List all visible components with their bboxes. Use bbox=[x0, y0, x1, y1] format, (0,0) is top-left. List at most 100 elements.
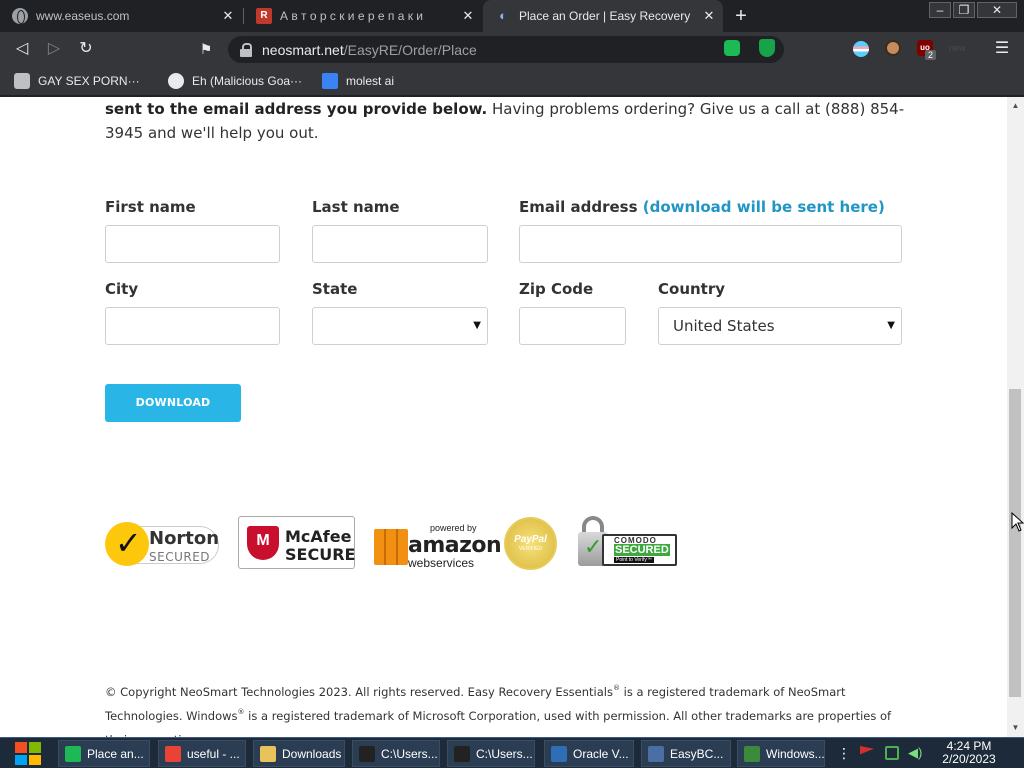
eye-icon: ◐ bbox=[499, 8, 507, 23]
aws-badge[interactable]: powered by amazon webservices bbox=[374, 523, 502, 570]
taskbar-item[interactable]: EasyBC... bbox=[641, 740, 731, 767]
windows-logo-icon bbox=[15, 754, 27, 765]
tray-overflow-icon[interactable]: ⋮ bbox=[837, 744, 851, 762]
state-select[interactable]: ▼ bbox=[312, 307, 488, 345]
address-bar[interactable]: neosmart.net/EasyRE/Order/Place bbox=[228, 36, 784, 63]
checkmark-icon: ✓ bbox=[115, 525, 142, 561]
tab-repacks[interactable]: R А в т о р с к и е р е п а к и ✕ bbox=[244, 0, 482, 32]
maximize-button[interactable]: ❐ bbox=[953, 2, 975, 18]
url-host: neosmart.net bbox=[262, 41, 344, 58]
secured-text: SECURED bbox=[614, 544, 670, 556]
scroll-down-arrow-icon[interactable]: ▼ bbox=[1007, 722, 1024, 734]
amazon-text: amazon bbox=[408, 533, 502, 558]
country-selected-value: United States bbox=[673, 317, 775, 335]
shield-extension-icon[interactable] bbox=[759, 39, 775, 57]
back-button[interactable]: ◁ bbox=[11, 38, 33, 60]
taskbar-item[interactable]: Place an... bbox=[58, 740, 150, 767]
windows-taskbar: Place an... useful - ... Downloads C:\Users… bbox=[0, 737, 1024, 768]
avatar-extension-icon[interactable] bbox=[885, 40, 901, 56]
flag-extension-icon[interactable] bbox=[853, 41, 869, 57]
tab-title: А в т о р с к и е р е п а к и bbox=[280, 9, 423, 23]
close-icon[interactable]: ✕ bbox=[460, 8, 476, 24]
tab-place-order[interactable]: ◐ Place an Order | Easy Recovery ✕ bbox=[483, 0, 723, 32]
close-icon[interactable]: ✕ bbox=[701, 8, 717, 24]
bookmark-icon[interactable]: ⚑ bbox=[195, 38, 217, 60]
volume-icon[interactable]: ◀) bbox=[908, 746, 922, 760]
start-button[interactable] bbox=[8, 739, 48, 768]
bookmark-item[interactable]: GAY SEX PORN··· bbox=[14, 73, 140, 89]
paypal-verified-badge[interactable]: PayPal VERIFIED bbox=[504, 517, 557, 570]
taskbar-item[interactable]: Windows... bbox=[737, 740, 825, 767]
download-button[interactable]: DOWNLOAD bbox=[105, 384, 241, 422]
taskbar-item[interactable]: useful - ... bbox=[158, 740, 246, 767]
copyright-footer: © Copyright NeoSmart Technologies 2023. … bbox=[105, 680, 905, 738]
reload-button[interactable]: ↻ bbox=[75, 38, 97, 60]
windows-logo-icon bbox=[29, 742, 41, 753]
paypal-text: PayPal bbox=[514, 534, 547, 545]
menu-icon[interactable]: ☰ bbox=[994, 38, 1010, 60]
point-to-verify-text: Point to Verify™ bbox=[614, 557, 654, 563]
app-icon bbox=[454, 745, 470, 762]
last-name-input[interactable] bbox=[312, 225, 488, 263]
norton-text: Norton bbox=[149, 528, 220, 549]
new-tab-button[interactable]: + bbox=[730, 5, 752, 27]
email-hint-text: (download will be sent here) bbox=[642, 198, 885, 216]
secured-text: SECURED bbox=[149, 550, 211, 564]
globe-icon bbox=[168, 73, 184, 89]
app-icon bbox=[65, 745, 81, 762]
bookmarks-bar: GAY SEX PORN··· Eh (Malicious Goa··· mol… bbox=[0, 66, 1024, 96]
lock-icon bbox=[240, 42, 252, 57]
mcafee-secure-badge[interactable]: M McAfee SECURE bbox=[238, 516, 355, 569]
dropdown-arrow-icon: ▼ bbox=[887, 320, 895, 331]
ublock-count-badge: 2 bbox=[925, 50, 937, 60]
email-input[interactable] bbox=[519, 225, 902, 263]
close-icon[interactable]: ✕ bbox=[220, 8, 236, 24]
mcafee-text: McAfee bbox=[285, 527, 352, 546]
mouse-cursor-icon bbox=[1011, 512, 1024, 532]
aws-cubes-icon bbox=[374, 529, 408, 565]
taskbar-item[interactable]: Downloads bbox=[253, 740, 345, 767]
intro-text: sent to the email address you provide be… bbox=[105, 97, 905, 145]
browser-toolbar: ◁ ▷ ↻ ⚑ neosmart.net/EasyRE/Order/Place … bbox=[0, 32, 1024, 66]
taskbar-item[interactable]: C:\Users... bbox=[352, 740, 440, 767]
zip-input[interactable] bbox=[519, 307, 626, 345]
intro-bold-text: sent to the email address you provide be… bbox=[105, 100, 488, 118]
city-input[interactable] bbox=[105, 307, 280, 345]
minimize-button[interactable]: – bbox=[929, 2, 951, 18]
scroll-up-arrow-icon[interactable]: ▲ bbox=[1007, 100, 1024, 112]
checkmark-icon: ✓ bbox=[584, 534, 603, 559]
verified-text: VERIFIED bbox=[518, 546, 543, 552]
flag-icon[interactable] bbox=[860, 746, 874, 755]
vertical-scrollbar[interactable]: ▲ ▼ bbox=[1007, 97, 1024, 737]
last-name-label: Last name bbox=[312, 198, 400, 216]
footer-text-a: © Copyright NeoSmart Technologies 2023. … bbox=[105, 685, 613, 699]
first-name-label: First name bbox=[105, 198, 196, 216]
app-icon bbox=[260, 745, 276, 762]
registered-mark: ® bbox=[612, 684, 620, 692]
tab-easeus[interactable]: www.easeus.com ✕ bbox=[0, 0, 242, 32]
globe-icon bbox=[12, 8, 28, 24]
faded-extension-icon[interactable]: new bbox=[949, 40, 967, 56]
browser-tab-bar: www.easeus.com ✕ R А в т о р с к и е р е… bbox=[0, 0, 1024, 32]
dropdown-arrow-icon: ▼ bbox=[473, 320, 481, 331]
network-icon[interactable] bbox=[885, 746, 899, 760]
first-name-input[interactable] bbox=[105, 225, 280, 263]
bookmark-item[interactable]: Eh (Malicious Goa··· bbox=[168, 73, 302, 89]
taskbar-item[interactable]: C:\Users... bbox=[447, 740, 535, 767]
comodo-secured-badge[interactable]: ✓ COMODO SECURED Point to Verify™ bbox=[578, 516, 677, 569]
forward-button[interactable]: ▷ bbox=[43, 38, 65, 60]
taskbar-item[interactable]: Oracle V... bbox=[544, 740, 634, 767]
system-clock[interactable]: 4:24 PM 2/20/2023 bbox=[934, 740, 1004, 766]
puzzle-icon bbox=[14, 73, 30, 89]
zip-label: Zip Code bbox=[519, 280, 594, 298]
bookmark-label: molest ai bbox=[346, 74, 395, 88]
extension-green-icon[interactable] bbox=[724, 40, 740, 56]
close-window-button[interactable]: ✕ bbox=[977, 2, 1017, 18]
taskbar-item-label: Place an... bbox=[87, 746, 144, 761]
norton-secured-badge[interactable]: ✓ Norton SECURED bbox=[105, 518, 219, 568]
taskbar-item-label: Windows... bbox=[766, 746, 825, 761]
windows-logo-icon bbox=[15, 742, 27, 753]
country-select[interactable]: United States ▼ bbox=[658, 307, 902, 345]
bookmark-item[interactable]: molest ai bbox=[322, 73, 394, 89]
scroll-thumb[interactable] bbox=[1009, 389, 1021, 697]
